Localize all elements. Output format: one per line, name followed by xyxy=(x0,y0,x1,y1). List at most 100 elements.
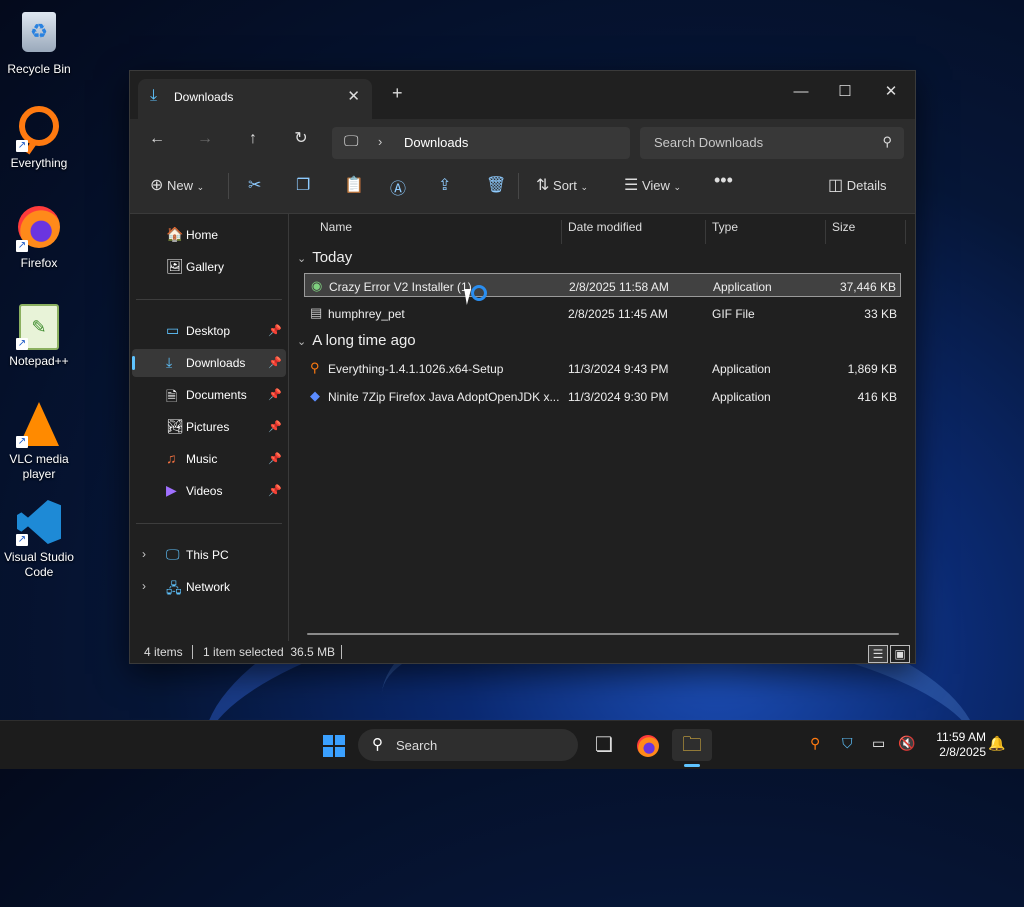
column-header-date[interactable]: Date modified xyxy=(568,220,642,234)
search-input[interactable]: Search Downloads ⚲ xyxy=(640,127,904,159)
taskbar-firefox[interactable] xyxy=(628,729,668,761)
forward-arrow-icon[interactable]: → xyxy=(190,127,220,151)
horizontal-scrollbar[interactable] xyxy=(307,633,899,635)
copy-button[interactable]: ❐ xyxy=(296,175,310,195)
column-divider[interactable] xyxy=(905,220,906,244)
pin-icon[interactable]: 📌 xyxy=(268,484,282,497)
desktop-icon-everything[interactable]: ↗ Everything xyxy=(0,106,78,171)
large-icons-view-icon[interactable]: ▣ xyxy=(890,645,910,663)
view-button[interactable]: ☰ View ⌄ xyxy=(624,175,681,195)
notification-bell-icon[interactable]: 🔔 xyxy=(988,735,1005,752)
desktop-icon-label: VLC media player xyxy=(9,452,69,481)
group-header-long-ago[interactable]: ⌄ A long time ago xyxy=(297,332,416,349)
file-type: GIF File xyxy=(712,307,755,321)
chevron-down-icon[interactable]: ⌄ xyxy=(297,336,306,348)
tab-downloads[interactable]: ⤓ Downloads ✕ xyxy=(138,79,372,119)
pin-icon[interactable]: 📌 xyxy=(268,324,282,337)
column-header-type[interactable]: Type xyxy=(712,220,738,234)
breadcrumb[interactable]: Downloads xyxy=(404,135,468,150)
nav-item-music[interactable]: ♫ Music 📌 xyxy=(132,445,286,473)
desktop-icon-vlc[interactable]: ↗ VLC media player xyxy=(0,400,78,482)
file-row[interactable]: ▤ humphrey_pet 2/8/2025 11:45 AM GIF Fil… xyxy=(304,301,901,325)
folder-icon: 🗀 xyxy=(682,734,702,756)
busy-spinner-icon xyxy=(471,285,487,301)
clock-date: 2/8/2025 xyxy=(939,745,986,759)
cut-button[interactable]: ✂ xyxy=(248,175,261,195)
download-arrow-icon: ⤓ xyxy=(150,87,158,104)
column-divider[interactable] xyxy=(705,220,706,244)
delete-button[interactable]: 🗑 xyxy=(486,175,506,195)
file-size: 37,446 KB xyxy=(839,280,896,294)
nav-item-desktop[interactable]: ▭ Desktop 📌 xyxy=(132,317,286,345)
file-row[interactable]: ◆ Ninite 7Zip Firefox Java AdoptOpenJDK … xyxy=(304,384,901,408)
new-tab-button[interactable]: + xyxy=(392,83,403,104)
back-arrow-icon[interactable]: ← xyxy=(142,127,172,151)
nav-item-gallery[interactable]: 🖼 Gallery xyxy=(132,253,286,281)
pin-icon[interactable]: 📌 xyxy=(268,420,282,433)
chevron-down-icon[interactable]: ⌄ xyxy=(297,253,306,265)
desktop-icon-recycle-bin[interactable]: ♻ Recycle Bin xyxy=(0,8,78,77)
file-row[interactable]: ⚲ Everything-1.4.1.1026.x64-Setup 11/3/2… xyxy=(304,356,901,380)
column-header-size[interactable]: Size xyxy=(832,220,855,234)
everything-magnifier-icon: ⚲ xyxy=(310,360,320,375)
clock-time: 11:59 AM xyxy=(936,730,986,744)
gif-file-icon: ▤ xyxy=(310,305,323,320)
nav-item-home[interactable]: 🏠 Home xyxy=(132,221,286,249)
group-header-today[interactable]: ⌄ Today xyxy=(297,249,352,266)
nav-item-downloads[interactable]: ⤓ Downloads 📌 xyxy=(132,349,286,377)
recycle-bin-icon: ♻ xyxy=(22,12,56,52)
pin-icon[interactable]: 📌 xyxy=(268,356,282,369)
nav-item-this-pc[interactable]: › 🖵 This PC xyxy=(132,541,286,569)
chevron-right-icon[interactable]: › xyxy=(142,579,146,593)
volume-muted-icon[interactable]: 🔇 xyxy=(898,735,915,752)
security-shield-icon[interactable]: ⛉ xyxy=(842,735,853,752)
taskbar: ⚲ Search ❏ 🗀 ⚲ ⛉ ▭ 🔇 11:59 AM 2/8/2025 🔔 xyxy=(0,720,1024,769)
share-button[interactable]: ⇪ xyxy=(438,175,451,195)
start-button[interactable] xyxy=(314,729,354,761)
desktop-icon-label: Visual Studio Code xyxy=(4,550,74,579)
chevron-down-icon: ⌄ xyxy=(196,182,205,192)
minimize-button[interactable]: — xyxy=(778,77,824,107)
close-window-button[interactable]: ✕ xyxy=(868,77,914,107)
details-button[interactable]: ◫ Details xyxy=(828,175,887,195)
refresh-icon[interactable]: ↻ xyxy=(286,127,316,151)
up-arrow-icon[interactable]: ↑ xyxy=(238,127,268,151)
new-button[interactable]: ⊕ New ⌄ xyxy=(150,175,204,195)
column-divider[interactable] xyxy=(825,220,826,244)
address-bar[interactable]: 🖵 › Downloads xyxy=(332,127,630,159)
details-view-icon[interactable]: ☰ xyxy=(868,645,888,663)
file-row[interactable]: ◉ Crazy Error V2 Installer (1) 2/8/2025 … xyxy=(304,273,901,297)
chevron-right-icon[interactable]: › xyxy=(142,547,146,561)
nav-item-network[interactable]: › 🖧 Network xyxy=(132,573,286,601)
sort-button[interactable]: ⇅ Sort ⌄ xyxy=(536,175,588,195)
column-header-name[interactable]: Name xyxy=(320,220,352,234)
nav-item-pictures[interactable]: 🏞 Pictures 📌 xyxy=(132,413,286,441)
rename-button[interactable]: Ⓐ xyxy=(390,175,406,199)
details-pane-icon: ◫ xyxy=(828,177,844,194)
nav-label: Downloads xyxy=(186,356,246,370)
desktop-icon-firefox[interactable]: ↗ Firefox xyxy=(0,204,78,271)
paste-button[interactable]: 📋 xyxy=(344,175,364,195)
more-options-icon[interactable]: ••• xyxy=(714,170,733,191)
tab-close-icon[interactable]: ✕ xyxy=(347,87,360,105)
network-icon[interactable]: ▭ xyxy=(872,735,885,752)
tab-title: Downloads xyxy=(174,90,234,104)
nav-item-videos[interactable]: ▶ Videos 📌 xyxy=(132,477,286,505)
column-divider[interactable] xyxy=(561,220,562,244)
desktop-icon-vscode[interactable]: ↗ Visual Studio Code xyxy=(0,498,78,580)
pin-icon[interactable]: 📌 xyxy=(268,388,282,401)
taskbar-file-explorer[interactable]: 🗀 xyxy=(672,729,712,761)
desktop-icon-notepad-plus-plus[interactable]: ✎ ↗ Notepad++ xyxy=(0,302,78,369)
shortcut-arrow-icon: ↗ xyxy=(16,240,28,252)
maximize-button[interactable]: ☐ xyxy=(822,77,868,107)
task-view-icon[interactable]: ❏ xyxy=(584,729,624,761)
everything-tray-icon[interactable]: ⚲ xyxy=(810,735,820,752)
file-name: Ninite 7Zip Firefox Java AdoptOpenJDK x.… xyxy=(328,390,560,404)
pin-icon[interactable]: 📌 xyxy=(268,452,282,465)
clock[interactable]: 11:59 AM 2/8/2025 xyxy=(926,730,986,760)
nav-label: Home xyxy=(186,228,219,242)
chevron-right-icon[interactable]: › xyxy=(378,134,382,149)
taskbar-search[interactable]: ⚲ Search xyxy=(358,729,578,761)
nav-item-documents[interactable]: 🗎 Documents 📌 xyxy=(132,381,286,409)
address-row: ← → ↑ ↻ 🖵 › Downloads Search Downloads ⚲ xyxy=(130,119,915,159)
